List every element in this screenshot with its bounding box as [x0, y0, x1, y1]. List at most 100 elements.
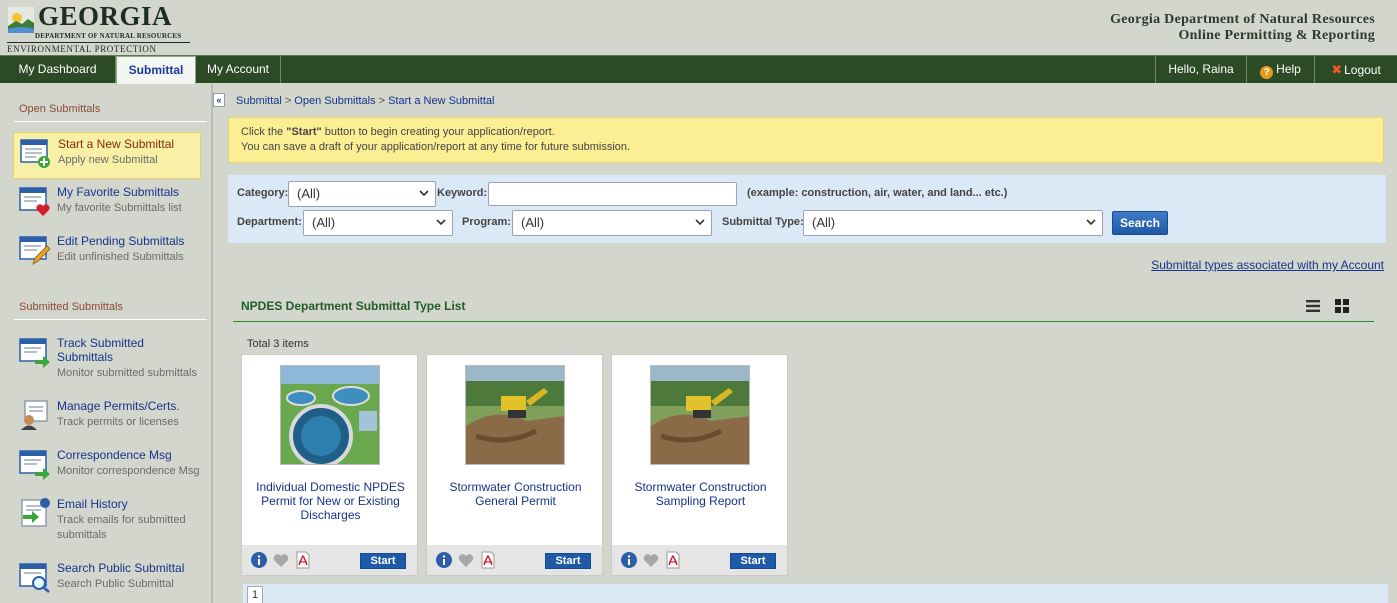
category-label: Category:	[237, 187, 289, 199]
submittal-name[interactable]: Stormwater Construction General Permit	[435, 480, 596, 508]
instruction-notice: Click the "Start" button to begin creati…	[228, 117, 1384, 163]
submittal-name[interactable]: Individual Domestic NPDES Permit for New…	[250, 480, 411, 522]
grid-view-icon[interactable]	[1334, 298, 1350, 314]
header: GEORGIA DEPARTMENT OF NATURAL RESOURCES …	[0, 0, 1397, 64]
track-submitted-icon	[19, 338, 50, 368]
sidebar-section-open: Open Submittals	[19, 103, 101, 115]
submittal-card: Stormwater Construction General Permit S…	[426, 354, 603, 576]
favorite-heart-icon[interactable]	[273, 553, 289, 567]
info-icon[interactable]	[621, 552, 637, 568]
sidebar-divider	[14, 121, 207, 122]
logout-link[interactable]: ✖ Logout	[1314, 56, 1397, 83]
sidebar-item-search-public[interactable]: Search Public Submittal Search Public Su…	[13, 557, 201, 603]
keyword-label: Keyword:	[437, 187, 488, 199]
pagination: 1	[243, 584, 1388, 603]
submittal-card: Stormwater Construction Sampling Report …	[611, 354, 788, 576]
logo-subtitle: DEPARTMENT OF NATURAL RESOURCES	[35, 32, 182, 40]
category-select[interactable]: (All)	[288, 181, 436, 207]
email-history-icon	[21, 498, 50, 527]
georgia-epd-logo[interactable]: GEORGIA DEPARTMENT OF NATURAL RESOURCES …	[6, 1, 191, 64]
pdf-icon[interactable]	[665, 551, 681, 569]
pdf-icon[interactable]	[295, 551, 311, 569]
card-actions: Start	[242, 545, 417, 575]
page-number[interactable]: 1	[247, 586, 263, 603]
breadcrumb-open-submittals[interactable]: Open Submittals	[294, 95, 375, 107]
sidebar-item-sub: Search Public Submittal	[57, 578, 174, 590]
logo-title: GEORGIA	[38, 1, 173, 31]
sidebar-item-title: Manage Permits/Certs.	[57, 399, 180, 413]
notice-line-2: You can save a draft of your application…	[241, 141, 631, 153]
sidebar-item-sub: Track permits or licenses	[57, 416, 179, 428]
edit-pending-icon	[19, 236, 51, 265]
department-select[interactable]: (All)	[303, 210, 453, 236]
agency-line-1: Georgia Department of Natural Resources	[1110, 12, 1375, 27]
search-button[interactable]: Search	[1112, 211, 1168, 235]
tab-my-account[interactable]: My Account	[196, 56, 281, 83]
notice-line-1: Click the "Start" button to begin creati…	[241, 126, 555, 138]
sidebar-item-title: Track Submitted Submittals	[57, 336, 144, 364]
sidebar-divider	[14, 319, 207, 320]
sidebar-item-edit-pending[interactable]: Edit Pending Submittals Edit unfinished …	[13, 230, 201, 277]
start-button[interactable]: Start	[360, 553, 406, 569]
list-title: NPDES Department Submittal Type List	[241, 299, 466, 313]
breadcrumb: Submittal > Open Submittals > Start a New Su…	[236, 95, 495, 107]
search-public-icon	[19, 563, 50, 593]
sidebar-item-favorites[interactable]: My Favorite Submittals My favorite Submi…	[13, 181, 201, 228]
logout-icon: ✖	[1331, 62, 1343, 77]
breadcrumb-current[interactable]: Start a New Submittal	[388, 95, 494, 107]
submittal-name[interactable]: Stormwater Construction Sampling Report	[620, 480, 781, 508]
construction-site-image[interactable]	[465, 365, 565, 465]
main-nav: My Dashboard Submittal My Account Hello,…	[0, 55, 1397, 85]
collapse-sidebar-icon[interactable]: «	[213, 93, 225, 107]
chevron-down-icon	[436, 219, 446, 226]
favorite-heart-icon[interactable]	[458, 553, 474, 567]
water-treatment-plant-image[interactable]	[280, 365, 380, 465]
logout-label: Logout	[1344, 63, 1381, 77]
favorite-heart-icon[interactable]	[643, 553, 659, 567]
keyword-hint: (example: construction, air, water, and …	[747, 187, 1008, 199]
help-label: Help	[1276, 62, 1301, 76]
sidebar-item-track-submitted[interactable]: Track Submitted Submittals Monitor submi…	[13, 332, 201, 388]
info-icon[interactable]	[251, 552, 267, 568]
tab-my-dashboard[interactable]: My Dashboard	[0, 56, 116, 83]
sidebar-item-email-history[interactable]: Email History Track emails for submitted…	[13, 493, 201, 549]
associated-types-link[interactable]: Submittal types associated with my Accou…	[1151, 258, 1384, 272]
program-select[interactable]: (All)	[512, 210, 712, 236]
sidebar-item-correspondence[interactable]: Correspondence Msg Monitor correspondenc…	[13, 444, 201, 491]
keyword-input[interactable]	[488, 182, 737, 206]
pdf-icon[interactable]	[480, 551, 496, 569]
submittal-type-select[interactable]: (All)	[803, 210, 1103, 236]
sidebar-section-submitted: Submitted Submittals	[19, 301, 123, 313]
construction-site-image[interactable]	[650, 365, 750, 465]
info-icon[interactable]	[436, 552, 452, 568]
program-label: Program:	[462, 216, 511, 228]
logo-landscape-icon	[8, 7, 34, 33]
correspondence-icon	[19, 450, 50, 480]
sidebar-item-title: Start a New Submittal	[58, 137, 175, 151]
sidebar-item-sub: Track emails for submitted submittals	[57, 514, 186, 541]
submittal-type-label: Submittal Type:	[722, 216, 804, 228]
sidebar-item-sub: My favorite Submittals list	[57, 202, 182, 214]
sidebar-item-start-new[interactable]: Start a New Submittal Apply new Submitta…	[13, 132, 201, 179]
sidebar-item-title: Email History	[57, 497, 128, 511]
sidebar-item-sub: Monitor correspondence Msg	[57, 465, 200, 477]
sidebar-item-title: Edit Pending Submittals	[57, 234, 185, 248]
start-button[interactable]: Start	[545, 553, 591, 569]
card-actions: Start	[427, 545, 602, 575]
list-divider	[233, 321, 1374, 322]
tab-submittal[interactable]: Submittal	[116, 56, 196, 85]
sidebar-item-manage-permits[interactable]: Manage Permits/Certs. Track permits or l…	[13, 395, 201, 442]
total-items: Total 3 items	[247, 338, 309, 350]
sidebar-item-title: Correspondence Msg	[57, 448, 172, 462]
sidebar-item-sub: Apply new Submittal	[58, 154, 158, 166]
start-button[interactable]: Start	[730, 553, 776, 569]
breadcrumb-submittal[interactable]: Submittal	[236, 95, 282, 107]
manage-permits-icon	[21, 400, 48, 430]
chevron-down-icon	[419, 190, 429, 197]
help-link[interactable]: ? Help	[1246, 56, 1314, 83]
user-greeting: Hello, Raina	[1155, 56, 1246, 83]
list-view-icon[interactable]	[1305, 298, 1321, 314]
favorite-submittals-icon	[19, 187, 50, 216]
chevron-down-icon	[1086, 219, 1096, 226]
help-icon: ?	[1260, 66, 1274, 79]
